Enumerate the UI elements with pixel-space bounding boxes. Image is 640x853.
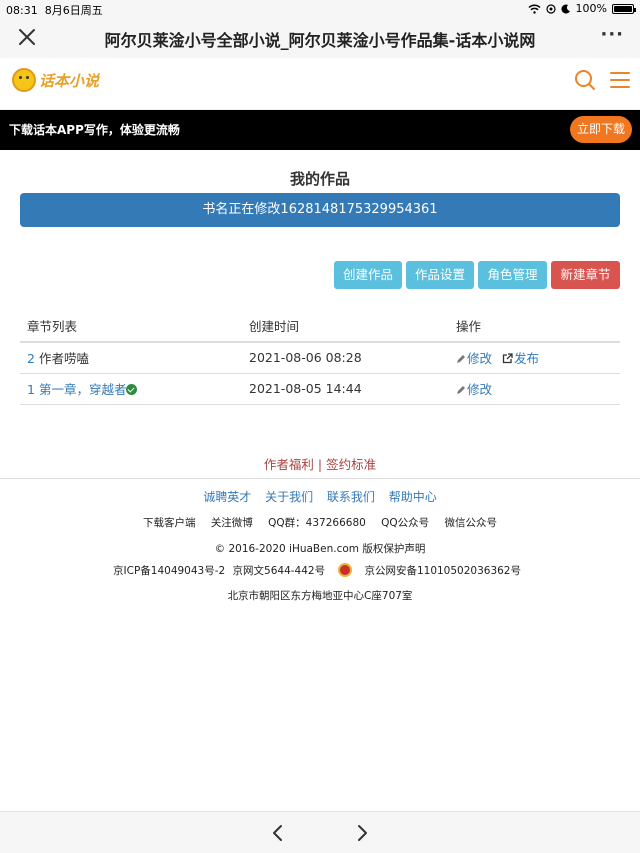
pencil-icon: [457, 355, 465, 364]
footer-qq-official[interactable]: QQ公众号: [381, 517, 429, 529]
my-works-title: 我的作品: [289, 170, 350, 188]
edit-link[interactable]: 修改: [456, 382, 492, 397]
edit-link[interactable]: 修改: [456, 351, 492, 366]
back-arrow-icon[interactable]: [270, 824, 286, 842]
footer-link-about[interactable]: 关于我们: [265, 490, 313, 504]
role-manage-button[interactable]: 角色管理: [478, 261, 547, 289]
page-title: 阿尔贝莱淦小号全部小说_阿尔贝莱淦小号作品集-话本小说网: [104, 31, 536, 50]
footer-links: 诚聘英才 关于我们 联系我们 帮助中心: [0, 488, 640, 505]
chapter-time: 2021-08-06 08:28: [242, 342, 449, 374]
pencil-icon: [457, 386, 465, 394]
new-chapter-button[interactable]: 新建章节: [551, 261, 620, 289]
site-header: 话本小说: [0, 58, 640, 110]
status-date: 8月6日周五: [44, 4, 103, 17]
table-row: 1 第一章，穿越者 2021-08-05 14:44 修改: [20, 373, 620, 405]
footer-police-record[interactable]: 京公网安备11010502036362号: [332, 563, 527, 577]
status-right: 100%: [528, 2, 636, 15]
chapter-name: 作者唠嗑: [38, 351, 89, 367]
create-work-button[interactable]: 创建作品: [334, 261, 402, 289]
battery-fill: [614, 5, 632, 12]
chapter-time: 2021-08-05 14:44: [242, 373, 449, 405]
chapter-index: 1: [27, 382, 35, 397]
actions-cell: 修改 发布: [449, 342, 620, 374]
footer-address: 北京市朝阳区东方梅地亚中心C座707室: [227, 590, 413, 602]
chapter-table: 章节列表 创建时间 操作 2 作者唠嗑 2021-08-06 08:28 修改 …: [20, 310, 620, 405]
search-icon[interactable]: [574, 69, 596, 91]
status-left: 08:31 8月6日周五: [6, 2, 103, 18]
download-app-button[interactable]: 立即下载: [570, 116, 632, 143]
wifi-icon: [528, 4, 541, 14]
browser-title-bar: 阿尔贝莱淦小号全部小说_阿尔贝莱淦小号作品集-话本小说网 ···: [0, 18, 640, 58]
app-banner-text: 下载话本APP写作，体验更流畅: [9, 123, 180, 137]
site-logo[interactable]: 话本小说: [12, 68, 99, 92]
footer-follow-weibo[interactable]: 关注微博: [211, 517, 253, 529]
edit-label: 修改: [467, 351, 493, 367]
logo-text: 话本小说: [39, 71, 100, 90]
status-bar: 08:31 8月6日周五 100%: [0, 0, 640, 18]
footer-info: 下载客户端 关注微博 QQ群：437266680 QQ公众号 微信公众号: [0, 515, 640, 530]
header-create-time: 创建时间: [242, 310, 449, 343]
hamburger-menu-icon[interactable]: [610, 71, 630, 89]
forward-arrow-icon[interactable]: [354, 824, 370, 842]
external-link-icon: [502, 353, 513, 364]
battery-icon: [612, 3, 636, 14]
footer-link-help[interactable]: 帮助中心: [389, 490, 437, 504]
footer-icp[interactable]: 京ICP备14049043号-2: [113, 565, 225, 577]
table-row: 2 作者唠嗑 2021-08-06 08:28 修改 发布: [20, 342, 620, 374]
footer-license: 京ICP备14049043号-2 京网文5644-442号 京公网安备11010…: [0, 563, 640, 578]
work-settings-button[interactable]: 作品设置: [406, 261, 474, 289]
chapter-cell: 1 第一章，穿越者: [20, 373, 242, 405]
moon-icon: [561, 4, 570, 14]
footer-wenwang[interactable]: 京网文5644-442号: [233, 565, 326, 577]
footer-link-contact[interactable]: 联系我们: [327, 490, 375, 504]
chapter-name-link[interactable]: 第一章，穿越者: [39, 382, 127, 397]
author-links: 作者福利 | 签约标准: [0, 454, 640, 473]
header-chapter-list: 章节列表: [20, 310, 242, 343]
police-badge-icon: [338, 563, 353, 577]
location-icon: [545, 3, 556, 14]
edit-label: 修改: [467, 382, 493, 397]
battery-percent: 100%: [575, 2, 607, 15]
footer-police-text: 京公网安备11010502036362号: [364, 565, 521, 577]
check-circle-icon: [126, 384, 138, 395]
header-actions: 操作: [449, 310, 620, 343]
more-menu-icon[interactable]: ···: [600, 24, 624, 45]
footer-copyright: © 2016-2020 iHuaBen.com 版权保护声明: [214, 543, 426, 555]
browser-bottom-bar: [0, 811, 640, 853]
status-time: 08:31: [6, 4, 38, 17]
close-icon[interactable]: [16, 26, 38, 48]
footer-divider: [0, 478, 640, 479]
sign-standard-link[interactable]: 签约标准: [326, 457, 376, 472]
publish-label: 发布: [514, 351, 540, 367]
mascot-icon: [12, 68, 36, 92]
footer-wechat-official[interactable]: 微信公众号: [445, 517, 498, 529]
link-separator: |: [313, 457, 327, 472]
table-header-row: 章节列表 创建时间 操作: [20, 310, 620, 343]
footer-qq-group: QQ群：437266680: [268, 517, 366, 529]
actions-cell: 修改: [449, 373, 620, 405]
author-welfare-link[interactable]: 作者福利: [264, 457, 314, 472]
chapter-cell: 2 作者唠嗑: [20, 342, 242, 374]
chapter-index: 2: [27, 351, 35, 367]
publish-link[interactable]: 发布: [496, 351, 539, 366]
app-download-banner: 下载话本APP写作，体验更流畅 立即下载: [0, 110, 640, 150]
footer-download-client[interactable]: 下载客户端: [143, 517, 196, 529]
footer-link-jobs[interactable]: 诚聘英才: [203, 490, 251, 504]
book-name-notice: 书名正在修改1628148175329954361: [20, 193, 620, 227]
